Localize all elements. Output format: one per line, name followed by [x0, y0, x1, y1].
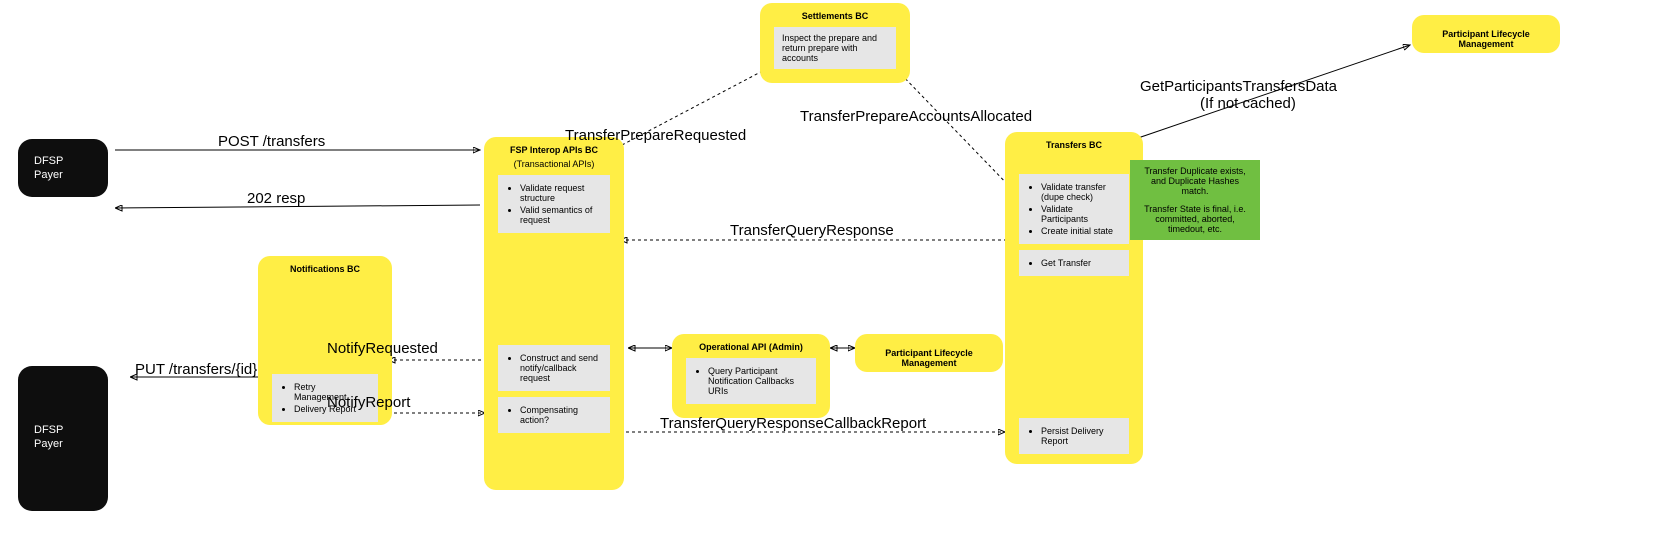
- bc-title: FSP Interop APIs BC: [492, 145, 616, 155]
- label-transfer-prepare-requested: TransferPrepareRequested: [565, 127, 746, 144]
- label-get-participants-data: GetParticipantsTransfersData: [1140, 78, 1337, 95]
- bc-title: Participant Lifecycle Management: [1420, 29, 1552, 49]
- task-query-callbacks: Query Participant Notification Callbacks…: [686, 358, 816, 404]
- label-callback-report: TransferQueryResponseCallbackReport: [660, 415, 926, 432]
- bc-title: Settlements BC: [768, 11, 902, 21]
- bc-title: Participant Lifecycle Management: [863, 348, 995, 368]
- note-duplicate: Transfer Duplicate exists, and Duplicate…: [1130, 160, 1260, 240]
- bc-fsp-interop: FSP Interop APIs BC (Transactional APIs)…: [484, 137, 624, 490]
- bc-title: Operational API (Admin): [680, 342, 822, 352]
- label-post-transfers: POST /transfers: [218, 133, 325, 150]
- label-get-participants-sub: (If not cached): [1200, 95, 1296, 112]
- bc-plm-top: Participant Lifecycle Management: [1412, 15, 1560, 53]
- task-validate-request: Validate request structure Valid semanti…: [498, 175, 610, 233]
- actor-dfsp-payer-bottom: DFSP Payer: [18, 366, 108, 511]
- bc-title: Notifications BC: [266, 264, 384, 274]
- task-validate-transfer: Validate transfer (dupe check) Validate …: [1019, 174, 1129, 244]
- actor-line: DFSP: [34, 155, 92, 167]
- task-compensating: Compensating action?: [498, 397, 610, 433]
- bc-title: Transfers BC: [1013, 140, 1135, 150]
- task-notify-callback: Construct and send notify/callback reque…: [498, 345, 610, 391]
- task-inspect-prepare: Inspect the prepare and return prepare w…: [774, 27, 896, 69]
- actor-dfsp-payer-top: DFSP Payer: [18, 139, 108, 197]
- label-transfer-query-response: TransferQueryResponse: [730, 222, 894, 239]
- bc-transfers: Transfers BC Validate transfer (dupe che…: [1005, 132, 1143, 464]
- bc-operational-api: Operational API (Admin) Query Participan…: [672, 334, 830, 418]
- label-put-transfers: PUT /transfers/{id}: [135, 361, 257, 378]
- actor-line: DFSP: [34, 424, 92, 436]
- bc-settlements: Settlements BC Inspect the prepare and r…: [760, 3, 910, 83]
- task-persist-delivery: Persist Delivery Report: [1019, 418, 1129, 454]
- label-transfer-prepare-accounts: TransferPrepareAccountsAllocated: [800, 108, 1032, 125]
- actor-line: Payer: [34, 169, 92, 181]
- label-notify-requested: NotifyRequested: [327, 340, 438, 357]
- bc-plm-mid: Participant Lifecycle Management: [855, 334, 1003, 372]
- task-get-transfer: Get Transfer: [1019, 250, 1129, 276]
- actor-line: Payer: [34, 438, 92, 450]
- label-notify-report: NotifyReport: [327, 394, 410, 411]
- bc-subtitle: (Transactional APIs): [492, 159, 616, 169]
- label-202-resp: 202 resp: [247, 190, 305, 207]
